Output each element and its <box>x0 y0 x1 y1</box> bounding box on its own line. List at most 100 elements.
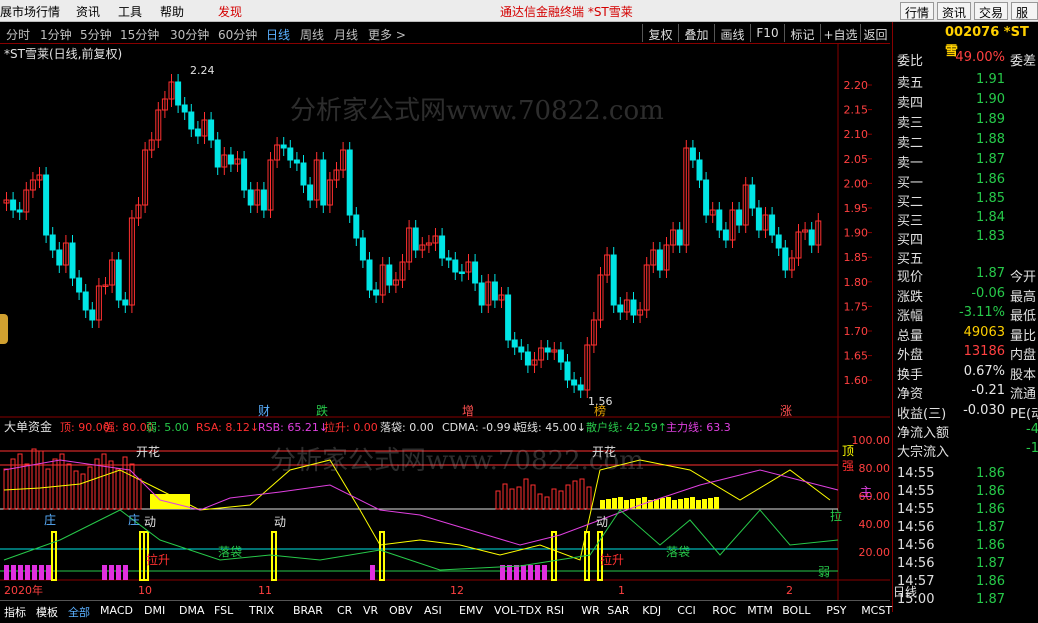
flow-value: -4 <box>1026 422 1038 437</box>
indicator-tab[interactable]: DMA <box>179 604 205 617</box>
candle-body <box>445 257 452 261</box>
indicator-tab[interactable]: VR <box>363 604 378 617</box>
quote-label: 买二 <box>897 195 924 210</box>
capital-bar <box>530 484 536 510</box>
capital-bar <box>558 490 564 510</box>
kline-chart[interactable]: *ST雪莱(日线,前复权) 2.24 1.56 财 跌 增 榜 涨 2.202.… <box>0 44 890 600</box>
tick-row: 14:55 1.86 <box>893 466 1038 485</box>
candle-body <box>300 162 307 186</box>
candle-body <box>122 299 129 306</box>
indicator-tab[interactable]: PSY <box>826 604 846 617</box>
indicator-tab[interactable]: 模板 <box>36 604 58 620</box>
trade-button[interactable]: 交易 <box>974 2 1009 20</box>
quote-label: 卖一 <box>897 156 924 171</box>
indicator-tab[interactable]: CR <box>337 604 352 617</box>
indicator-tab[interactable]: OBV <box>389 604 412 617</box>
marker-increase[interactable]: 增 <box>462 404 474 418</box>
quote-row: 净资 -0.21 流通 <box>893 383 1038 402</box>
indicator-tab[interactable]: WR <box>581 604 600 617</box>
candle-body <box>472 261 479 284</box>
marker-rise[interactable]: 涨 <box>780 403 792 418</box>
quote-value: 1.83 <box>976 229 1005 244</box>
candle-body <box>353 214 360 239</box>
indicator-tab[interactable]: MACD <box>100 604 133 617</box>
side-expand-handle[interactable] <box>0 314 8 344</box>
adjust-button[interactable]: 复权 <box>642 24 678 42</box>
indicator-tab[interactable]: 指标 <box>4 604 26 620</box>
quote-row: 卖四 1.90 <box>893 92 1038 111</box>
menu-news[interactable]: 资讯 <box>76 3 100 20</box>
indicator-tab[interactable]: TRIX <box>249 604 274 617</box>
tick-price: 1.87 <box>976 520 1005 535</box>
indicator-side-label: 拉 <box>830 508 842 523</box>
candle-body <box>703 179 710 216</box>
menu-bar: 展市场行情 资讯 工具 帮助 发现 通达信金融终端 *ST雪莱 行情 资讯 交易… <box>0 0 1038 22</box>
outflow-bar <box>528 565 533 580</box>
overlay-button[interactable]: 叠加 <box>678 24 714 42</box>
quote-value: 1.91 <box>976 72 1005 87</box>
chart-area[interactable]: *ST雪莱(日线,前复权) 2.24 1.56 财 跌 增 榜 涨 2.20 2.… <box>0 44 890 600</box>
candle-body <box>617 304 624 313</box>
candle-body <box>696 159 703 181</box>
indicator-tab[interactable]: EMV <box>459 604 483 617</box>
marker-drop[interactable]: 跌 <box>316 403 328 418</box>
indicator-tab[interactable]: CCI <box>677 604 696 617</box>
period-tab[interactable]: 60分钟 <box>218 26 257 43</box>
quote-row: 买三 1.84 <box>893 210 1038 229</box>
time-label: 2 <box>786 584 793 597</box>
indicator-tab[interactable]: KDJ <box>642 604 661 617</box>
menu-discover[interactable]: 发现 <box>218 3 242 20</box>
indicator-annotation: 拉升 <box>600 552 624 567</box>
period-tab[interactable]: 周线 <box>300 26 324 43</box>
period-tab[interactable]: 30分钟 <box>170 26 209 43</box>
indicator-tab[interactable]: SAR <box>607 604 629 617</box>
indicator-tab[interactable]: RSI <box>546 604 564 617</box>
period-tab[interactable]: 月线 <box>334 26 358 43</box>
candle-body <box>241 158 248 191</box>
outflow-bar <box>535 565 540 580</box>
period-tab[interactable]: 15分钟 <box>120 26 159 43</box>
candle-body <box>736 209 743 226</box>
marker-finance[interactable]: 财 <box>258 404 270 418</box>
candle-body <box>49 234 56 251</box>
capital-bar <box>537 493 543 510</box>
menu-help[interactable]: 帮助 <box>160 3 184 20</box>
service-button[interactable]: 服 <box>1011 2 1038 20</box>
period-tab-daily[interactable]: 日线 <box>266 26 290 43</box>
quote-value: -0.06 <box>971 285 1005 301</box>
indicator-tab[interactable]: VOL-TDX <box>494 604 542 617</box>
quote-button[interactable]: 行情 <box>900 2 935 20</box>
inflow-bar <box>690 497 695 509</box>
period-tab[interactable]: 5分钟 <box>80 26 112 43</box>
indicator-tab[interactable]: DMI <box>144 604 165 617</box>
indicator-side-label: 主 <box>860 485 872 499</box>
indicator-tab[interactable]: BRAR <box>293 604 323 617</box>
back-button[interactable]: 返回 <box>860 24 890 42</box>
indicator-tab[interactable]: ASI <box>424 604 442 617</box>
candle-body <box>280 144 287 149</box>
outflow-bar <box>370 565 375 580</box>
period-more[interactable]: 更多 > <box>368 26 406 43</box>
indicator-tab[interactable]: ROC <box>712 604 736 617</box>
indicator-tick: 20.00 <box>859 546 891 559</box>
draw-button[interactable]: 画线 <box>714 24 750 42</box>
quote-tail: 今开 <box>1010 270 1037 285</box>
menu-market[interactable]: 展市场行情 <box>0 3 60 20</box>
capital-bar <box>17 453 23 510</box>
weicha-label: 委差 <box>1010 54 1037 69</box>
info-button[interactable]: 资讯 <box>937 2 972 20</box>
add-watch-button[interactable]: +自选 <box>820 24 860 42</box>
marker-list[interactable]: 榜 <box>594 403 606 418</box>
indicator-tab[interactable]: MTM <box>747 604 773 617</box>
high-price-label: 2.24 <box>190 64 215 77</box>
menu-tools[interactable]: 工具 <box>118 3 142 20</box>
indicator-tab[interactable]: FSL <box>214 604 233 617</box>
mark-button[interactable]: 标记 <box>784 24 820 42</box>
period-tab[interactable]: 分时 <box>6 26 30 43</box>
period-tab[interactable]: 1分钟 <box>40 26 72 43</box>
f10-button[interactable]: F10 <box>750 24 784 42</box>
quote-label: 外盘 <box>897 348 924 363</box>
indicator-tab[interactable]: MCST <box>861 604 892 617</box>
indicator-tab[interactable]: 全部 <box>68 604 90 620</box>
indicator-tab[interactable]: BOLL <box>782 604 810 617</box>
